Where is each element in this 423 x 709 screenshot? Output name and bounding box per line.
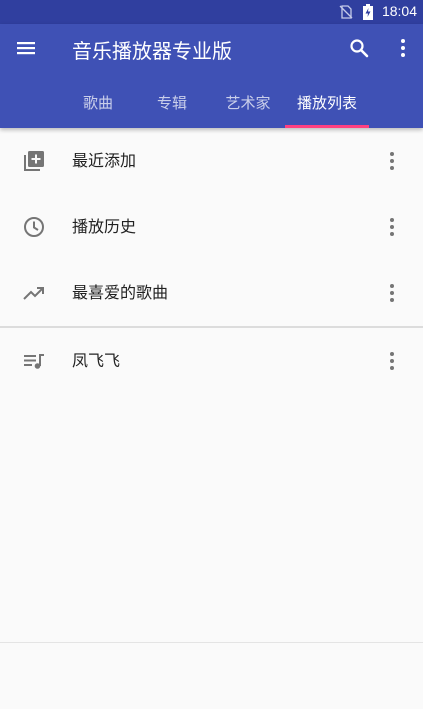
status-bar: 18:04 xyxy=(0,0,423,24)
playlist-label: 凤飞飞 xyxy=(72,351,121,370)
more-options-icon[interactable] xyxy=(380,349,404,373)
clock-icon xyxy=(24,217,44,237)
queue-music-icon xyxy=(24,354,44,369)
search-icon[interactable] xyxy=(347,36,371,60)
menu-icon[interactable] xyxy=(14,36,38,60)
more-options-icon[interactable] xyxy=(380,149,404,173)
status-time: 18:04 xyxy=(381,3,417,19)
library-add-icon xyxy=(24,151,44,171)
more-options-icon[interactable] xyxy=(391,36,415,60)
tab-albums[interactable]: 专辑 xyxy=(134,84,210,128)
tab-bar: 歌曲 专辑 艺术家 播放列表 xyxy=(0,84,423,128)
playlist-item-favorite-songs[interactable]: 最喜爱的歌曲 xyxy=(0,260,423,326)
playlist-list: 最近添加 播放历史 最喜爱的歌曲 凤飞飞 xyxy=(0,128,423,394)
tab-playlists[interactable]: 播放列表 xyxy=(285,84,369,128)
tab-artists[interactable]: 艺术家 xyxy=(208,84,288,128)
playlist-label: 最近添加 xyxy=(72,151,137,170)
bottom-divider xyxy=(0,642,423,643)
playlist-item-recently-added[interactable]: 最近添加 xyxy=(0,128,423,194)
battery-charging-icon xyxy=(363,4,373,20)
tab-songs[interactable]: 歌曲 xyxy=(60,84,136,128)
more-options-icon[interactable] xyxy=(380,215,404,239)
more-options-icon[interactable] xyxy=(380,281,404,305)
trending-up-icon xyxy=(23,287,44,300)
app-bar: 音乐播放器专业版 歌曲 专辑 艺术家 播放列表 xyxy=(0,24,423,128)
playlist-label: 最喜爱的歌曲 xyxy=(72,283,169,302)
app-title: 音乐播放器专业版 xyxy=(72,39,232,63)
playlist-item-user[interactable]: 凤飞飞 xyxy=(0,328,423,394)
no-sim-icon xyxy=(339,5,353,19)
playlist-item-play-history[interactable]: 播放历史 xyxy=(0,194,423,260)
playlist-label: 播放历史 xyxy=(72,217,137,236)
